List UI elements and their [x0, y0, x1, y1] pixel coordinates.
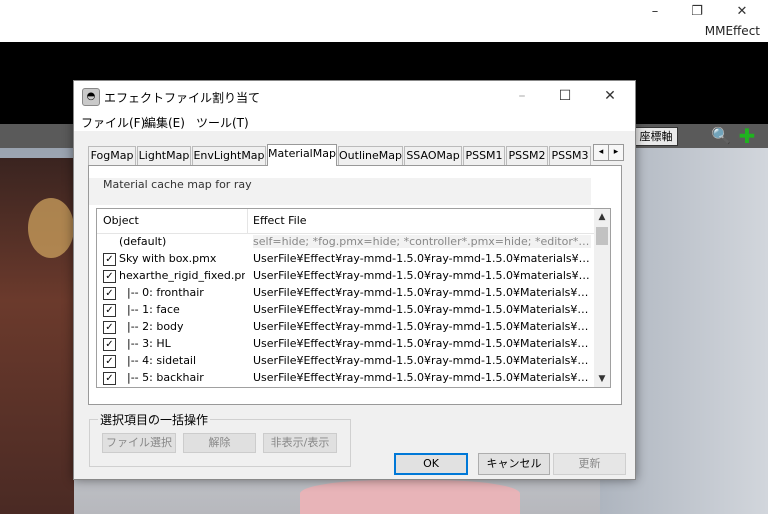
list-header: Object Effect File: [97, 209, 594, 234]
row-checkbox[interactable]: ✓: [103, 253, 116, 266]
tab-pssm3[interactable]: PSSM3: [549, 146, 591, 165]
effect-path: UserFile¥Effect¥ray-mmd-1.5.0¥ray-mmd-1.…: [253, 354, 591, 367]
list-scrollbar[interactable]: ▲ ▼: [594, 209, 610, 387]
menu-file[interactable]: ファイル(F): [81, 114, 145, 131]
list-row[interactable]: ✓ |-- 1: face UserFile¥Effect¥ray-mmd-1.…: [97, 302, 594, 319]
header-effect-file[interactable]: Effect File: [253, 214, 307, 227]
coordinate-axis-button[interactable]: 座標軸: [634, 127, 678, 146]
header-object[interactable]: Object: [103, 214, 139, 227]
object-name: |-- 4: sidetail: [127, 354, 197, 367]
tab-materialmap[interactable]: MaterialMap: [267, 144, 337, 166]
app-icon: ◓: [82, 88, 100, 106]
tab-pssm1[interactable]: PSSM1: [463, 146, 505, 165]
app-title: MMEffect: [704, 24, 760, 38]
row-checkbox[interactable]: ✓: [103, 287, 116, 300]
scroll-thumb[interactable]: [596, 227, 608, 245]
scroll-up-arrow[interactable]: ▲: [594, 209, 610, 225]
list-row[interactable]: ✓ Sky with box.pmx UserFile¥Effect¥ray-m…: [97, 251, 594, 268]
update-button[interactable]: 更新: [553, 453, 626, 475]
row-checkbox[interactable]: ✓: [103, 270, 116, 283]
object-name: |-- 1: face: [127, 303, 180, 316]
effect-path: self=hide; *fog.pmx=hide; *controller*.p…: [253, 235, 591, 248]
magnifier-icon[interactable]: 🔍: [711, 126, 731, 146]
menu-tools[interactable]: ツール(T): [196, 114, 249, 131]
tab-envlightmap[interactable]: EnvLightMap: [192, 146, 266, 165]
cancel-button[interactable]: キャンセル: [478, 453, 550, 475]
list-row[interactable]: ✓ hexarthe_rigid_fixed.pmx UserFile¥Effe…: [97, 268, 594, 285]
tab-scroll-left-button[interactable]: ◂: [593, 144, 609, 161]
object-name: |-- 2: body: [127, 320, 184, 333]
tab-lightmap[interactable]: LightMap: [137, 146, 191, 165]
dialog-title: エフェクトファイル割り当て: [104, 91, 261, 105]
object-name: Sky with box.pmx: [119, 252, 217, 265]
app-titlebar: – ❐ ✕ MMEffect: [0, 0, 768, 42]
move-cross-icon[interactable]: ✚: [737, 126, 757, 146]
row-checkbox[interactable]: ✓: [103, 338, 116, 351]
dialog-maximize-button[interactable]: ☐: [545, 85, 585, 107]
row-checkbox[interactable]: ✓: [103, 321, 116, 334]
tab-pssm2[interactable]: PSSM2: [506, 146, 548, 165]
effect-path: UserFile¥Effect¥ray-mmd-1.5.0¥ray-mmd-1.…: [253, 286, 591, 299]
toggle-visibility-button[interactable]: 非表示/表示: [263, 433, 337, 453]
tab-fogmap[interactable]: FogMap: [88, 146, 136, 165]
scroll-down-arrow[interactable]: ▼: [594, 371, 610, 387]
object-name: hexarthe_rigid_fixed.pmx: [119, 269, 245, 282]
tab-outlinemap[interactable]: OutlineMap: [338, 146, 403, 165]
tab-ssaomap[interactable]: SSAOMap: [404, 146, 462, 165]
list-row[interactable]: ✓ |-- 0: fronthair UserFile¥Effect¥ray-m…: [97, 285, 594, 302]
description-text: Material cache map for ray: [103, 178, 252, 191]
bulk-operation-label: 選択項目の一括操作: [98, 411, 211, 428]
effect-path: UserFile¥Effect¥ray-mmd-1.5.0¥ray-mmd-1.…: [253, 303, 591, 316]
list-row[interactable]: ✓ |-- 4: sidetail UserFile¥Effect¥ray-mm…: [97, 353, 594, 370]
app-close-button[interactable]: ✕: [727, 2, 757, 22]
row-checkbox[interactable]: ✓: [103, 372, 116, 385]
effect-assignment-dialog: ◓ エフェクトファイル割り当て – ☐ ✕ ファイル(F) 編集(E) ツール(…: [73, 80, 636, 480]
list-row-default[interactable]: (default) self=hide; *fog.pmx=hide; *con…: [97, 234, 594, 251]
effect-path: UserFile¥Effect¥ray-mmd-1.5.0¥ray-mmd-1.…: [253, 371, 591, 384]
scene-character-bottom: [300, 480, 520, 514]
effect-path: UserFile¥Effect¥ray-mmd-1.5.0¥ray-mmd-1.…: [253, 337, 591, 350]
effect-list[interactable]: Object Effect File (default) self=hide; …: [96, 208, 611, 388]
app-restore-button[interactable]: ❐: [682, 2, 712, 22]
dialog-titlebar[interactable]: ◓ エフェクトファイル割り当て – ☐ ✕: [74, 81, 635, 111]
object-name: |-- 5: backhair: [127, 371, 204, 384]
dialog-close-button[interactable]: ✕: [590, 85, 630, 107]
list-row[interactable]: ✓ |-- 5: backhair UserFile¥Effect¥ray-mm…: [97, 370, 594, 387]
dialog-minimize-button[interactable]: –: [502, 85, 542, 107]
menu-edit[interactable]: 編集(E): [144, 114, 185, 131]
effect-path: UserFile¥Effect¥ray-mmd-1.5.0¥ray-mmd-1.…: [253, 269, 591, 282]
app-minimize-button[interactable]: –: [640, 2, 670, 22]
list-row[interactable]: ✓ |-- 3: HL UserFile¥Effect¥ray-mmd-1.5.…: [97, 336, 594, 353]
effect-path: UserFile¥Effect¥ray-mmd-1.5.0¥ray-mmd-1.…: [253, 320, 591, 333]
scene-character-ornament: [28, 198, 74, 258]
menubar: ファイル(F) 編集(E) ツール(T): [74, 111, 635, 131]
effect-path: UserFile¥Effect¥ray-mmd-1.5.0¥ray-mmd-1.…: [253, 252, 591, 265]
object-name: |-- 3: HL: [127, 337, 171, 350]
row-checkbox[interactable]: ✓: [103, 355, 116, 368]
object-name: (default): [119, 235, 167, 248]
object-name: |-- 0: fronthair: [127, 286, 204, 299]
select-file-button[interactable]: ファイル選択: [102, 433, 176, 453]
ok-button[interactable]: OK: [394, 453, 468, 475]
row-checkbox[interactable]: ✓: [103, 304, 116, 317]
list-row[interactable]: ✓ |-- 2: body UserFile¥Effect¥ray-mmd-1.…: [97, 319, 594, 336]
tab-scroll-right-button[interactable]: ▸: [608, 144, 624, 161]
remove-button[interactable]: 解除: [183, 433, 256, 453]
description-box: Material cache map for ray: [89, 178, 591, 205]
header-separator[interactable]: [247, 209, 248, 233]
